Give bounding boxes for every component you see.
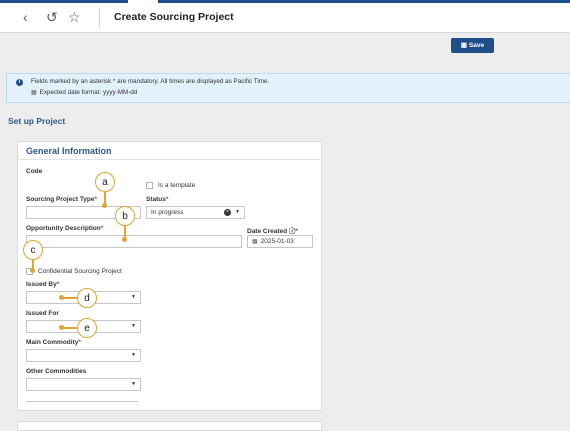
info-date-format: ▦ Expected date format: yyyy-MM-dd [31,89,137,96]
status-select[interactable]: In progress × ▼ [146,206,245,219]
card-title: General Information [26,146,112,156]
chevron-down-icon[interactable]: ▼ [131,321,136,332]
info-icon: i [16,79,23,86]
opportunity-description-label: Opportunity Description* [26,225,104,232]
chevron-down-icon[interactable]: ▼ [235,207,240,218]
card-divider [18,159,321,160]
save-button[interactable]: ▣ Save [451,38,494,53]
issued-by-label: Issued By* [26,281,60,288]
save-icon: ▣ [460,42,468,49]
marker-c-dot [30,268,35,273]
field-partial [26,401,138,402]
main-commodity-select[interactable]: ▼ [26,349,141,362]
marker-e-leader [62,327,78,329]
marker-b: b [115,206,135,226]
opportunity-description-field[interactable] [26,235,242,248]
info-mandatory-text: Fields marked by an asterisk * are manda… [31,78,270,85]
info-date-format-text: Expected date format: yyyy-MM-dd [39,89,138,96]
code-label: Code [26,168,43,175]
chevron-down-icon[interactable]: ▼ [131,379,136,390]
history-icon[interactable]: ↺ [46,9,58,25]
other-commodities-label: Other Commodities [26,368,87,375]
chevron-left-icon[interactable]: ‹ [23,9,28,25]
section-title: Set up Project [8,116,66,126]
issued-for-label: Issued For [26,310,59,317]
marker-b-dot [122,237,127,242]
status-value: In progress [151,209,184,216]
calendar-icon[interactable]: ▦ [252,237,258,248]
other-commodities-select[interactable]: ▼ [26,378,141,391]
status-label: Status* [146,196,169,203]
marker-d-leader [62,297,78,299]
marker-c: c [23,240,43,260]
chevron-down-icon[interactable]: ▼ [131,350,136,361]
marker-d: d [77,288,97,308]
calendar-icon: ▦ [31,90,37,96]
main-commodity-label: Main Commodity* [26,339,81,346]
is-template-label: Is a template [158,182,196,189]
marker-d-dot [59,295,64,300]
next-card [17,421,322,431]
info-banner: i Fields marked by an asterisk * are man… [6,73,570,103]
chevron-down-icon[interactable]: ▼ [131,292,136,303]
confidential-label: Confidential Sourcing Project [38,268,122,275]
sourcing-project-type-label: Sourcing Project Type* [26,196,98,203]
is-template-checkbox[interactable] [146,182,153,189]
date-created-field[interactable]: ▦ 2025-01-03 [247,235,313,248]
marker-e-dot [59,325,64,330]
clear-icon[interactable]: × [224,209,231,216]
marker-a: a [95,172,115,192]
header-bar: ‹ ↺ ☆ Create Sourcing Project [0,3,570,33]
date-created-label: Date Created ⓘ* [247,228,298,235]
save-button-label: Save [468,42,485,49]
header-divider [99,9,100,27]
page-title: Create Sourcing Project [114,11,234,23]
marker-e: e [77,318,97,338]
general-information-card: General Information Code Is a template S… [17,141,322,411]
marker-a-dot [102,203,107,208]
date-created-value: 2025-01-03 [260,238,294,245]
star-icon[interactable]: ☆ [68,9,81,25]
